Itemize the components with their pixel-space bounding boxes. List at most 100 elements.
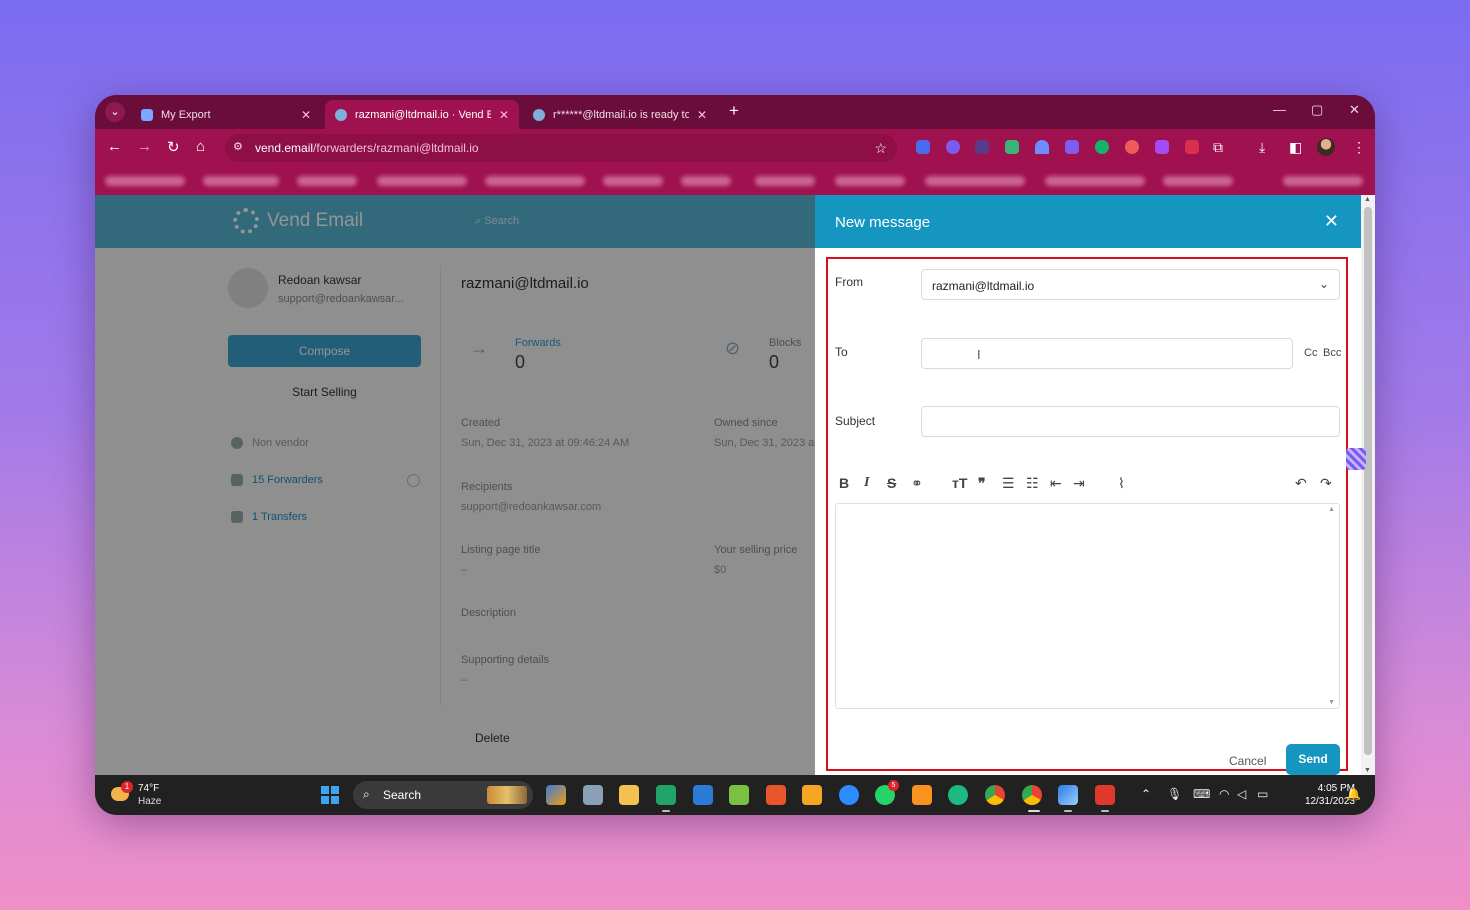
maximize-icon[interactable]: ▢ <box>1311 102 1323 118</box>
app-icon[interactable] <box>1095 785 1115 805</box>
send-button[interactable]: Send <box>1286 744 1340 775</box>
windows-start-icon[interactable] <box>321 786 339 804</box>
tab-ready-to-transfer[interactable]: r******@ltdmail.io is ready to tr ✕ <box>523 100 717 129</box>
italic-icon[interactable]: I <box>864 475 869 491</box>
site-settings-icon[interactable]: ⚙ <box>233 140 243 153</box>
bcc-toggle[interactable]: Bcc <box>1323 347 1341 359</box>
extension-icon[interactable] <box>1185 140 1199 154</box>
extension-icon[interactable] <box>1155 140 1169 154</box>
battery-icon[interactable]: ▭ <box>1257 787 1268 801</box>
scroll-down-icon[interactable]: ▼ <box>1364 767 1371 774</box>
close-tab-icon[interactable]: ✕ <box>301 108 311 122</box>
new-tab-button[interactable]: + <box>729 101 739 121</box>
cc-toggle[interactable]: Cc <box>1304 347 1317 359</box>
tray-overflow-icon[interactable]: ⌃ <box>1141 787 1151 801</box>
chrome-icon[interactable] <box>985 785 1005 805</box>
minimize-icon[interactable]: — <box>1273 102 1286 117</box>
app-icon[interactable] <box>1058 785 1078 805</box>
chrome-profile-icon[interactable] <box>1022 785 1042 805</box>
close-tab-icon[interactable]: ✕ <box>499 108 509 122</box>
menu-kebab-icon[interactable]: ⋮ <box>1352 139 1366 156</box>
extensions-puzzle-icon[interactable]: ⧉ <box>1213 139 1223 156</box>
bookmark-item[interactable] <box>1163 176 1233 186</box>
close-icon[interactable]: ✕ <box>1324 211 1339 232</box>
modal-backdrop[interactable] <box>95 195 815 775</box>
home-icon[interactable]: ⌂ <box>196 138 205 155</box>
app-icon[interactable] <box>729 785 749 805</box>
bookmark-item[interactable] <box>377 176 467 186</box>
task-view-icon[interactable] <box>583 785 603 805</box>
app-icon[interactable] <box>802 785 822 805</box>
tab-vend-email[interactable]: razmani@ltdmail.io · Vend Ema ✕ <box>325 100 519 129</box>
numbered-list-icon[interactable]: ☷ <box>1026 475 1039 492</box>
download-icon[interactable]: ⤓ <box>1259 139 1265 156</box>
notification-bell-icon[interactable]: 🔔 <box>1346 787 1361 801</box>
bookmark-item[interactable] <box>1045 176 1145 186</box>
bookmark-item[interactable] <box>603 176 663 186</box>
undo-icon[interactable]: ↶ <box>1295 475 1307 492</box>
clock-date[interactable]: 12/31/2023 <box>1285 796 1355 807</box>
bookmark-item[interactable] <box>925 176 1025 186</box>
grammarly-icon[interactable] <box>1095 140 1109 154</box>
volume-icon[interactable]: ◁ <box>1237 787 1246 801</box>
attachment-icon[interactable]: ⌇ <box>1118 475 1125 492</box>
file-explorer-icon[interactable] <box>619 785 639 805</box>
zoom-icon[interactable] <box>839 785 859 805</box>
extension-icon[interactable] <box>946 140 960 154</box>
extension-icon[interactable] <box>975 140 989 154</box>
address-bar[interactable]: ⚙ vend.email/forwarders/razmani@ltdmail.… <box>225 134 897 162</box>
copilot-icon[interactable] <box>546 785 566 805</box>
indent-icon[interactable]: ⇥ <box>1073 475 1085 492</box>
page-scrollbar[interactable]: ▲ ▼ <box>1361 195 1375 775</box>
bookmark-item[interactable] <box>835 176 905 186</box>
bookmark-item[interactable] <box>681 176 731 186</box>
bookmark-item[interactable] <box>1283 176 1363 186</box>
extension-icon[interactable] <box>1125 140 1139 154</box>
close-window-icon[interactable]: ✕ <box>1349 102 1360 118</box>
tab-my-export[interactable]: My Export ✕ <box>131 100 321 129</box>
strikethrough-icon[interactable]: S <box>887 475 896 491</box>
bookmark-star-icon[interactable]: ☆ <box>874 140 887 157</box>
app-icon[interactable] <box>912 785 932 805</box>
link-icon[interactable]: ⚭ <box>911 475 923 492</box>
bookmark-item[interactable] <box>485 176 585 186</box>
subject-input[interactable] <box>921 406 1340 437</box>
extension-icon[interactable] <box>1065 140 1079 154</box>
to-input[interactable]: I <box>921 338 1293 369</box>
bold-icon[interactable]: B <box>839 475 849 491</box>
app-icon[interactable] <box>693 785 713 805</box>
app-icon[interactable] <box>656 785 676 805</box>
app-icon[interactable] <box>766 785 786 805</box>
keyboard-icon[interactable]: ⌨ <box>1193 787 1210 801</box>
profile-avatar[interactable] <box>1317 138 1335 156</box>
message-body-editor[interactable]: ▲ ▼ <box>835 503 1340 709</box>
reload-icon[interactable]: ↻ <box>167 138 180 156</box>
quote-icon[interactable]: ❞ <box>978 475 986 492</box>
scrollbar-thumb[interactable] <box>1364 207 1372 755</box>
tab-search-button[interactable]: ⌄ <box>105 102 125 122</box>
wifi-icon[interactable]: ◠ <box>1219 787 1229 801</box>
floating-extension-icon[interactable] <box>1346 448 1366 470</box>
scroll-down-icon[interactable]: ▼ <box>1328 699 1335 706</box>
outdent-icon[interactable]: ⇤ <box>1050 475 1062 492</box>
scroll-up-icon[interactable]: ▲ <box>1364 196 1371 203</box>
close-tab-icon[interactable]: ✕ <box>697 108 707 122</box>
microphone-icon[interactable]: 🎙 <box>1167 787 1182 801</box>
cancel-button[interactable]: Cancel <box>1229 754 1266 768</box>
from-select[interactable]: razmani@ltdmail.io ⌄ <box>921 269 1340 300</box>
redo-icon[interactable]: ↷ <box>1320 475 1332 492</box>
extension-icon[interactable] <box>1005 140 1019 154</box>
text-size-icon[interactable]: ᴛT <box>952 475 967 491</box>
bookmark-item[interactable] <box>755 176 815 186</box>
scroll-up-icon[interactable]: ▲ <box>1328 506 1335 513</box>
bookmark-item[interactable] <box>105 176 185 186</box>
taskbar-search[interactable]: ⌕ Search <box>353 781 533 809</box>
bullet-list-icon[interactable]: ☰ <box>1002 475 1015 492</box>
side-panel-icon[interactable]: ◧ <box>1289 139 1302 156</box>
extension-icon[interactable] <box>1035 140 1049 154</box>
back-icon[interactable]: ← <box>107 138 122 155</box>
forward-icon[interactable]: → <box>137 138 152 155</box>
extension-icon[interactable] <box>916 140 930 154</box>
bookmark-item[interactable] <box>203 176 279 186</box>
bookmark-item[interactable] <box>297 176 357 186</box>
